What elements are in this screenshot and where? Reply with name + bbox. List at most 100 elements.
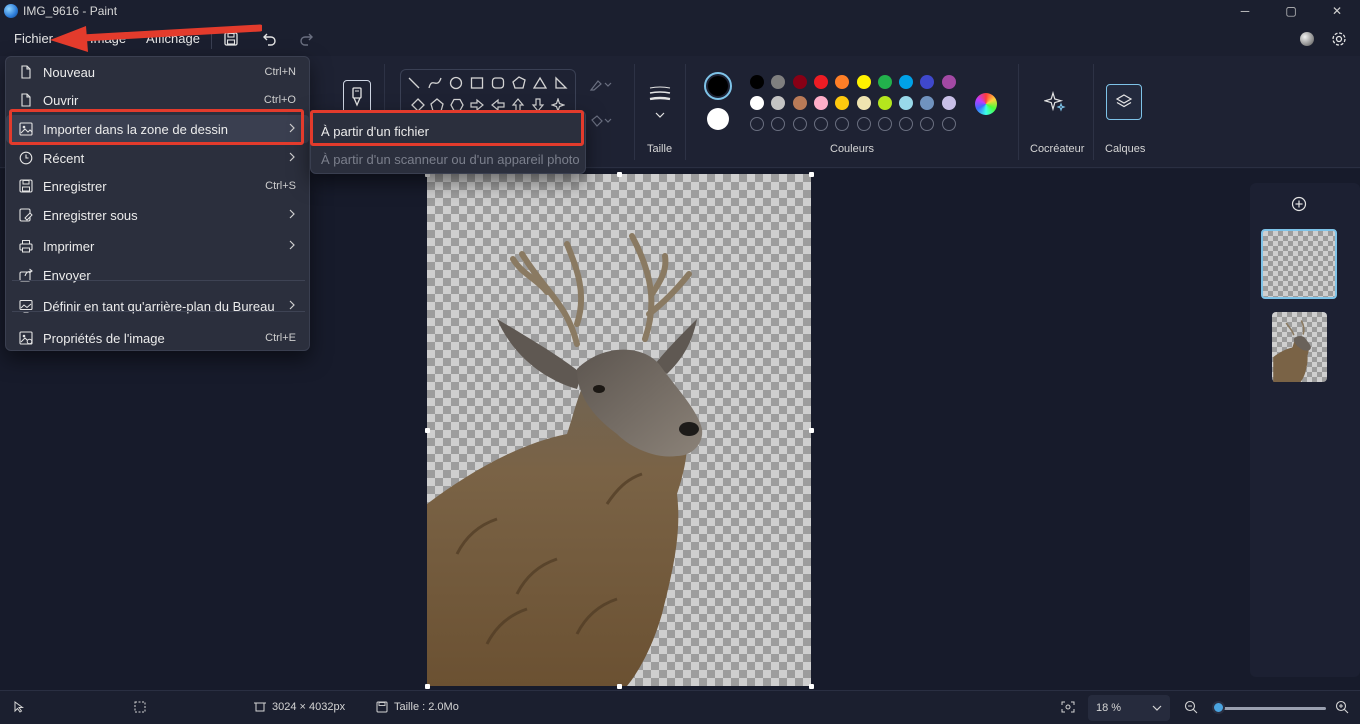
annotation-arrow (50, 24, 262, 52)
account-globe-icon[interactable] (1296, 29, 1318, 49)
file-size-text: Taille : 2.0Mo (394, 701, 459, 713)
custom-color-slot[interactable] (941, 117, 956, 131)
custom-color-slot[interactable] (813, 117, 828, 131)
zoom-in-icon[interactable] (1335, 700, 1349, 714)
zoom-out-icon[interactable] (1184, 700, 1198, 714)
palette-swatch[interactable] (835, 96, 850, 110)
add-layer-icon[interactable] (1291, 196, 1307, 215)
file-menu-item-definir-en-tant-qu-arriere-plan-du-bureau[interactable]: Définir en tant qu'arrière-plan du Burea… (6, 292, 309, 320)
custom-color-slot[interactable] (835, 117, 850, 131)
cocreator-sparkle-icon[interactable] (1042, 90, 1066, 116)
layers-button[interactable] (1106, 84, 1142, 120)
palette-swatch[interactable] (792, 75, 807, 89)
custom-color-slot[interactable] (899, 117, 914, 131)
file-menu-label: Enregistrer sous (43, 207, 138, 223)
couleurs-label: Couleurs (830, 143, 875, 155)
palette-swatch[interactable] (771, 75, 786, 89)
palette-swatch[interactable] (835, 75, 850, 89)
right-triangle-shape-icon[interactable] (552, 74, 570, 92)
drawing-canvas[interactable] (427, 174, 811, 686)
palette-swatch[interactable] (941, 75, 956, 89)
file-menu-label: Ouvrir (43, 92, 79, 108)
save-icon (18, 178, 34, 194)
primary-color-slot[interactable] (704, 72, 732, 100)
fill-style-icon[interactable] (588, 112, 614, 130)
file-menu-item-envoyer[interactable]: Envoyer (6, 261, 309, 289)
palette-swatch[interactable] (792, 96, 807, 110)
file-size-save-icon (376, 701, 388, 713)
zoom-dropdown[interactable]: 18 % (1088, 695, 1170, 721)
custom-color-slot[interactable] (750, 117, 764, 131)
ribbon-separator (1093, 64, 1094, 160)
chevron-down-icon (1152, 705, 1162, 711)
deer-image (427, 233, 703, 686)
resize-handle[interactable] (809, 172, 814, 177)
line-shape-icon[interactable] (405, 74, 423, 92)
resize-handle[interactable] (809, 428, 814, 433)
palette-swatch[interactable] (750, 75, 764, 89)
brush-tool-button[interactable] (343, 80, 371, 114)
resize-handle[interactable] (425, 428, 430, 433)
layer-thumbnail-empty[interactable] (1261, 229, 1337, 299)
zoom-slider-thumb[interactable] (1212, 701, 1225, 714)
triangle-shape-icon[interactable] (531, 74, 549, 92)
keyboard-shortcut: Ctrl+N (264, 66, 296, 78)
resize-handle[interactable] (617, 172, 622, 177)
rectangle-shape-icon[interactable] (468, 74, 486, 92)
file-menu-item-recent[interactable]: Récent (6, 144, 309, 172)
save-as-icon (18, 207, 34, 223)
paint-app-icon (4, 4, 18, 18)
close-button[interactable]: ✕ (1314, 0, 1360, 22)
dimensions-text: 3024 × 4032px (272, 701, 346, 713)
edit-colors-rainbow-icon[interactable] (975, 93, 997, 115)
redo-icon[interactable] (295, 29, 317, 49)
palette-swatch[interactable] (771, 96, 786, 110)
curve-shape-icon[interactable] (426, 74, 444, 92)
palette-swatch[interactable] (856, 96, 871, 110)
rounded-rect-shape-icon[interactable] (489, 74, 507, 92)
oval-shape-icon[interactable] (447, 74, 465, 92)
palette-swatch[interactable] (877, 75, 892, 89)
maximize-button[interactable]: ▢ (1268, 0, 1314, 22)
custom-color-slot[interactable] (771, 117, 786, 131)
custom-color-slot[interactable] (856, 117, 871, 131)
resize-handle[interactable] (617, 684, 622, 689)
polygon-shape-icon[interactable] (510, 74, 528, 92)
import-from-scanner-item: À partir d'un scanneur ou d'un appareil … (311, 145, 585, 173)
palette-swatch[interactable] (920, 75, 935, 89)
palette-swatch[interactable] (813, 96, 828, 110)
custom-color-slot[interactable] (877, 117, 892, 131)
palette-swatch[interactable] (899, 75, 914, 89)
palette-swatch[interactable] (750, 96, 764, 110)
canvas-dimensions: 3024 × 4032px (254, 701, 345, 713)
layer-thumbnail-deer[interactable] (1272, 312, 1327, 382)
secondary-color-slot[interactable] (707, 108, 729, 130)
custom-color-slot[interactable] (920, 117, 935, 131)
title-bar: IMG_9616 - Paint ─ ▢ ✕ (0, 0, 1360, 22)
custom-color-slot[interactable] (792, 117, 807, 131)
outline-style-icon[interactable] (588, 76, 614, 94)
minimize-button[interactable]: ─ (1222, 0, 1268, 22)
palette-swatch[interactable] (856, 75, 871, 89)
file-menu-item-enregistrer-sous[interactable]: Enregistrer sous (6, 201, 309, 229)
settings-gear-icon[interactable] (1328, 29, 1350, 49)
zoom-slider-track[interactable] (1218, 707, 1326, 710)
palette-swatch[interactable] (941, 96, 956, 110)
palette-swatch[interactable] (920, 96, 935, 110)
file-menu-item-enregistrer[interactable]: Enregistrer Ctrl+S (6, 172, 309, 200)
resize-handle[interactable] (425, 684, 430, 689)
chevron-right-icon (289, 208, 295, 222)
resize-handle[interactable] (809, 684, 814, 689)
file-menu-item-nouveau[interactable]: Nouveau Ctrl+N (6, 58, 309, 86)
palette-swatch[interactable] (877, 96, 892, 110)
palette-swatch[interactable] (899, 96, 914, 110)
annotation-highlight-box (310, 110, 584, 146)
file-menu-item-proprietes-de-l-image[interactable]: Propriétés de l'image Ctrl+E (6, 324, 309, 352)
undo-icon[interactable] (259, 29, 281, 49)
ribbon-separator (685, 64, 686, 160)
palette-swatch[interactable] (813, 75, 828, 89)
ribbon-separator (1018, 64, 1019, 160)
stroke-size-icon[interactable] (648, 84, 672, 123)
fit-to-window-icon[interactable] (1061, 701, 1075, 713)
file-menu-item-imprimer[interactable]: Imprimer (6, 232, 309, 260)
